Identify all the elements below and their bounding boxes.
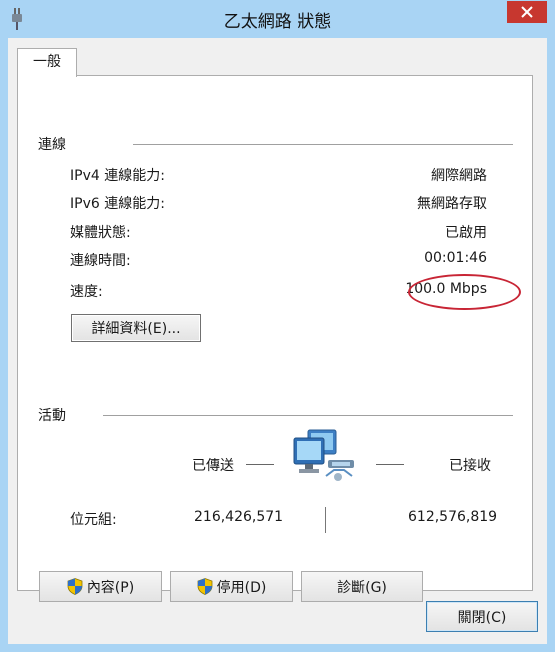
connection-heading: 連線 [38,137,66,153]
media-state-value: 已啟用 [445,225,487,241]
tab-panel: 連線 IPv4 連線能力: 網際網路 IPv6 連線能力: 無網路存取 媒體狀態… [17,75,533,602]
duration-label: 連線時間: [70,253,131,269]
network-computers-icon [293,429,354,481]
bytes-label: 位元組: [70,512,117,528]
connection-divider [133,144,513,145]
close-window-button[interactable] [507,1,547,23]
title-bar: 乙太網路 狀態 [0,0,555,38]
shield-icon [197,578,213,595]
activity-divider [103,415,513,416]
close-icon [521,6,533,18]
received-line [376,464,404,465]
bytes-sent-value: 216,426,571 [194,509,284,525]
bytes-received-value: 612,576,819 [408,509,498,525]
speed-label: 速度: [70,284,103,300]
ipv6-label: IPv6 連線能力: [70,196,165,212]
ipv4-value: 網際網路 [431,168,487,184]
annotation-ellipse [408,274,521,310]
sent-label: 已傳送 [192,458,234,474]
duration-value: 00:01:46 [424,250,487,266]
received-label: 已接收 [449,458,491,474]
media-state-label: 媒體狀態: [70,225,131,241]
disable-button-label: 停用(D) [216,579,267,596]
diagnose-button[interactable]: 診斷(G) [301,571,423,602]
diagnose-button-label: 診斷(G) [337,579,387,596]
tab-general[interactable]: 一般 [17,48,77,77]
ipv4-label: IPv4 連線能力: [70,168,165,184]
ipv6-value: 無網路存取 [417,196,487,212]
properties-button[interactable]: 內容(P) [39,571,162,602]
close-button-label: 關閉(C) [457,609,507,626]
shield-icon [67,578,83,595]
details-button-label: 詳細資料(E)... [91,321,181,337]
properties-button-label: 內容(P) [86,579,135,596]
disable-button[interactable]: 停用(D) [170,571,293,602]
activity-separator [325,507,326,533]
sent-line [246,464,274,465]
close-button[interactable]: 關閉(C) [426,601,538,632]
activity-heading: 活動 [38,408,66,424]
window-title: 乙太網路 狀態 [223,12,332,32]
details-button[interactable]: 詳細資料(E)... [71,314,201,342]
dialog-body: 一般 連線 IPv4 連線能力: 網際網路 IPv6 連線能力: 無網路存取 媒… [8,38,547,644]
